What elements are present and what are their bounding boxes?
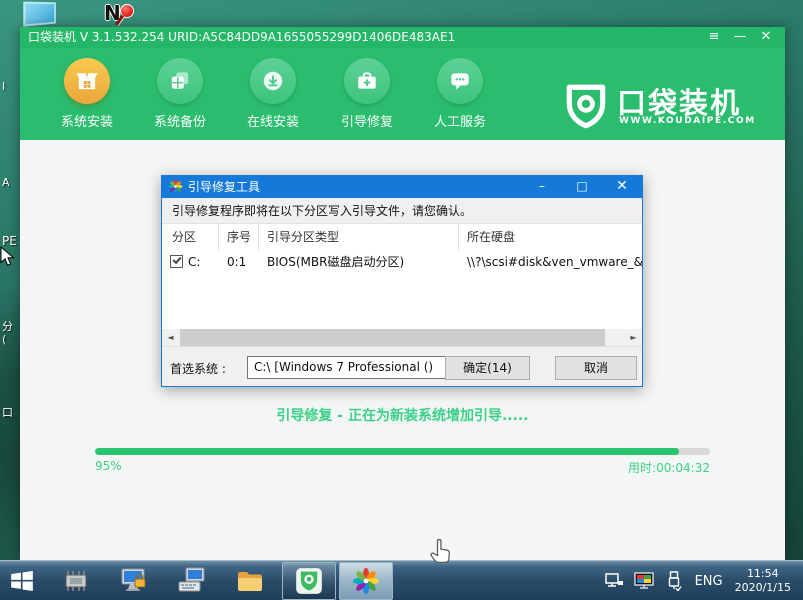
desktop-network-tool-icon[interactable]: N	[104, 1, 140, 27]
toolbar-label: 在线安装	[238, 111, 308, 130]
column-partition[interactable]: 分区	[162, 224, 219, 250]
toolbar-item-online-install[interactable]: 在线安装	[238, 58, 308, 130]
toolbar-item-system-install[interactable]: 系统安装	[52, 58, 122, 130]
tray-date: 2020/1/15	[735, 581, 791, 594]
dialog-minimize-icon[interactable]: –	[522, 176, 562, 198]
cancel-button[interactable]: 取消	[555, 356, 637, 380]
partition-table: 分区 序号 引导分区类型 所在硬盘 C: 0:1 BIOS(MBR磁盘启动分区)…	[162, 224, 642, 329]
start-button[interactable]	[6, 565, 38, 597]
cell-disk: \\?\scsi#disk&ven_vmware_&	[467, 250, 642, 274]
taskbar: ENG 11:54 2020/1/15	[0, 560, 803, 600]
menu-icon[interactable]: ≡	[701, 27, 727, 48]
tray-display-icon[interactable]	[634, 572, 656, 590]
taskbar-app-boot-repair[interactable]	[339, 562, 393, 600]
cell-boot-type: BIOS(MBR磁盘启动分区)	[267, 250, 404, 274]
toolbar-item-system-backup[interactable]: 系统备份	[145, 58, 215, 130]
install-box-icon	[64, 58, 110, 104]
scrollbar-thumb[interactable]	[180, 329, 605, 346]
pinwheel-icon	[352, 567, 380, 595]
progress-fill	[95, 448, 679, 455]
progress-bar	[95, 448, 710, 455]
column-disk[interactable]: 所在硬盘	[459, 224, 642, 250]
toolbar-label: 人工服务	[425, 111, 495, 130]
dialog-message: 引导修复程序即将在以下分区写入引导文件，请您确认。	[162, 198, 642, 224]
tray-usb-icon[interactable]	[666, 571, 682, 591]
scroll-left-icon[interactable]: ◄	[162, 329, 179, 346]
hand-cursor	[428, 538, 452, 568]
horizontal-scrollbar[interactable]: ◄ ►	[162, 329, 642, 346]
desktop-label-fragment: (	[2, 333, 6, 346]
toolbar: 系统安装 系统备份 在线安装 引导修复	[20, 48, 785, 140]
dialog-close-icon[interactable]: ✕	[602, 176, 642, 198]
cell-partition: C:	[188, 250, 200, 274]
dialog-title: 引导修复工具	[188, 176, 260, 198]
preferred-system-value: C:\ [Windows 7 Professional ()	[254, 360, 433, 374]
backup-copies-icon	[157, 58, 203, 104]
brand-url: WWW.KOUDAIPE.COM	[619, 116, 756, 126]
desktop-label-fragment: A	[2, 176, 10, 189]
toolbar-item-boot-repair[interactable]: 引导修复	[332, 58, 402, 130]
dialog-titlebar[interactable]: 引导修复工具 – □ ✕	[162, 176, 642, 198]
tray-language[interactable]: ENG	[695, 574, 723, 589]
taskbar-ramdisk-icon[interactable]	[60, 565, 92, 597]
dialog-maximize-icon[interactable]: □	[562, 176, 602, 198]
tray-time: 11:54	[747, 567, 779, 580]
row-checkbox[interactable]	[170, 255, 183, 268]
windows-logo-icon	[9, 568, 35, 594]
minimize-icon[interactable]: —	[727, 27, 753, 48]
scroll-right-icon[interactable]: ►	[625, 329, 642, 346]
column-index[interactable]: 序号	[219, 224, 259, 250]
installer-window: 口袋装机 V 3.1.532.254 URID:A5C84DD9A1655055…	[20, 27, 785, 560]
taskbar-keyboard-icon[interactable]	[176, 565, 208, 597]
pinwheel-icon	[168, 179, 183, 194]
table-header: 分区 序号 引导分区类型 所在硬盘	[162, 224, 642, 250]
toolbar-item-support[interactable]: 人工服务	[425, 58, 495, 130]
taskbar-app-installer[interactable]	[282, 562, 336, 600]
preferred-system-label: 首选系统 :	[170, 360, 226, 377]
cell-index: 0:1	[227, 250, 246, 274]
toolbar-label: 系统安装	[52, 111, 122, 130]
tray-network-icon[interactable]	[604, 572, 624, 590]
column-boot-type[interactable]: 引导分区类型	[259, 224, 459, 250]
desktop-monitor-icon[interactable]	[23, 2, 56, 27]
taskbar-pc-lock-icon[interactable]	[118, 565, 150, 597]
ok-button[interactable]: 确定(14)	[445, 356, 530, 380]
toolbar-label: 引导修复	[332, 111, 402, 130]
desktop: N I A PE 分 ( 口 口袋装机 V 3.1.532.254 URID:A…	[0, 0, 803, 600]
desktop-label-fragment: I	[2, 80, 5, 93]
window-title: 口袋装机 V 3.1.532.254 URID:A5C84DD9A1655055…	[28, 30, 455, 44]
desktop-label-fragment: 口	[2, 404, 13, 420]
desktop-label-fragment: 分	[2, 318, 13, 334]
close-icon[interactable]: ✕	[753, 27, 779, 48]
chat-bubble-icon	[437, 58, 483, 104]
download-icon	[250, 58, 296, 104]
shield-logo-icon	[563, 82, 609, 132]
progress-percent: 95%	[95, 459, 122, 473]
repair-toolbox-icon	[344, 58, 390, 104]
taskbar-folder-icon[interactable]	[234, 565, 266, 597]
brand-logo: 口袋装机 WWW.KOUDAIPE.COM	[563, 80, 773, 132]
dialog-footer: 首选系统 : C:\ [Windows 7 Professional () ∨ …	[162, 346, 642, 386]
system-tray: ENG 11:54 2020/1/15	[599, 561, 803, 600]
arrow-cursor	[0, 246, 16, 268]
green-shield-icon	[295, 567, 323, 595]
boot-repair-dialog: 引导修复工具 – □ ✕ 引导修复程序即将在以下分区写入引导文件，请您确认。 分…	[161, 175, 643, 387]
preferred-system-select[interactable]: C:\ [Windows 7 Professional () ∨	[247, 356, 457, 379]
status-text: 引导修复 - 正在为新装系统增加引导.....	[20, 405, 785, 425]
elapsed-time: 用时:00:04:32	[628, 459, 710, 476]
table-row[interactable]: C: 0:1 BIOS(MBR磁盘启动分区) \\?\scsi#disk&ven…	[162, 250, 642, 274]
window-titlebar[interactable]: 口袋装机 V 3.1.532.254 URID:A5C84DD9A1655055…	[20, 27, 785, 48]
tray-clock[interactable]: 11:54 2020/1/15	[735, 567, 791, 595]
toolbar-label: 系统备份	[145, 111, 215, 130]
